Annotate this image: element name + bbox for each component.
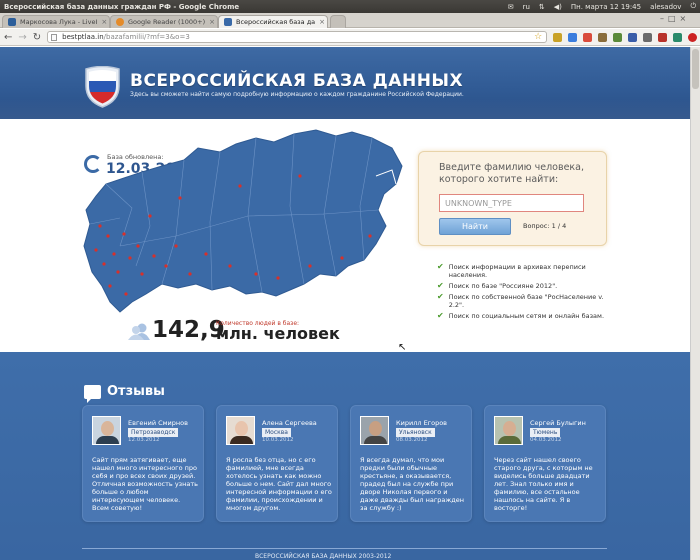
system-tray: ✉ ru ⇅ ◀) Пн. марта 12 19:45 alesadov ⏻	[508, 2, 696, 11]
user-name[interactable]: alesadov	[650, 3, 681, 11]
extension-icon[interactable]	[658, 32, 668, 42]
reviewer-city: Москва	[262, 428, 291, 437]
volume-icon[interactable]: ◀)	[554, 3, 562, 11]
window-title: Всероссийская база данных граждан РФ - G…	[4, 2, 240, 11]
reviewer-city: Тюмень	[530, 428, 561, 437]
reviews-title: Отзывы	[107, 384, 165, 399]
reviewer-avatar	[92, 416, 121, 445]
review-card: Сергей Булыгин Тюмень 04.03.2012 Через с…	[484, 405, 606, 522]
review-card: Кирилл Егоров Ульяновск 08.03.2012 Я все…	[350, 405, 472, 522]
review-date: 10.03.2012	[262, 437, 294, 443]
extension-icon[interactable]	[568, 32, 578, 42]
people-count-number: 142,9	[152, 317, 225, 343]
extension-icon[interactable]	[628, 32, 638, 42]
review-date: 04.03.2012	[530, 437, 562, 443]
tab-label: Google Reader (1000+)	[128, 18, 206, 26]
reviewer-name: Кирилл Егоров	[396, 419, 447, 427]
mail-icon[interactable]: ✉	[508, 3, 514, 11]
reviewer-city: Ульяновск	[396, 428, 435, 437]
address-bar[interactable]: bestptlaa.in/bazafamilii/?mf=3&o=3 ☆	[47, 31, 548, 43]
tab-close-icon[interactable]: ×	[319, 18, 325, 26]
keyboard-layout[interactable]: ru	[523, 3, 530, 11]
checkmark-icon: ✔	[437, 292, 444, 301]
russia-map	[83, 129, 403, 313]
window-controls[interactable]: –□×	[660, 14, 690, 23]
site-header: ВСЕРОССИЙСКАЯ БАЗА ДАННЫХ Здесь вы сможе…	[0, 47, 700, 119]
tab-active-database[interactable]: Всероссийская база да ×	[218, 15, 328, 28]
page-icon	[51, 34, 58, 41]
footer-copyright: ВСЕРОССИЙСКАЯ БАЗА ДАННЫХ 2003-2012	[255, 553, 392, 560]
google-reader-favicon-icon	[116, 18, 124, 26]
back-arrow-icon[interactable]: ←	[4, 32, 12, 43]
search-panel: Введите фамилию человека, которого хотит…	[418, 151, 607, 246]
tab-label: Всероссийская база да	[236, 18, 316, 26]
checkmark-icon: ✔	[437, 311, 444, 320]
feature-item: ✔ Поиск по собственной базе "РосНаселение…	[437, 292, 604, 310]
extension-icon[interactable]	[598, 32, 608, 42]
opera-icon[interactable]	[688, 32, 698, 42]
reviewer-name: Евгений Смирнов	[128, 419, 188, 427]
reviewer-avatar	[360, 416, 389, 445]
reviewer-avatar	[494, 416, 523, 445]
review-text: Я всегда думал, что мои предки были обыч…	[360, 456, 464, 512]
extension-icon[interactable]	[673, 32, 683, 42]
extension-icon[interactable]	[643, 32, 653, 42]
question-counter: Вопрос: 1 / 4	[523, 222, 567, 230]
reviewer-name: Сергей Булыгин	[530, 419, 586, 427]
search-button[interactable]: Найти	[439, 218, 511, 235]
search-prompt: Введите фамилию человека, которого хотит…	[439, 162, 585, 185]
feature-item: ✔ Поиск по социальным сетям и онлайн база…	[437, 311, 605, 321]
forward-arrow-icon[interactable]: →	[18, 32, 26, 43]
tab-label: Маркосова Лука - LiveI	[20, 18, 98, 26]
reviewer-name: Алена Сергеева	[262, 419, 317, 427]
gmail-extension-icon[interactable]	[583, 32, 593, 42]
review-card: Евгений Смирнов Петрозаводск 12.03.2012 …	[82, 405, 204, 522]
reviewer-avatar	[226, 416, 255, 445]
site-favicon-icon	[224, 18, 232, 26]
scrollbar-thumb[interactable]	[692, 49, 699, 89]
review-date: 08.03.2012	[396, 437, 428, 443]
network-icon[interactable]: ⇅	[539, 3, 545, 11]
bookmark-star-icon[interactable]: ☆	[534, 32, 542, 42]
review-card: Алена Сергеева Москва 10.03.2012 Я росла…	[216, 405, 338, 522]
tab-google-reader[interactable]: Google Reader (1000+) ×	[110, 15, 218, 28]
review-text: Через сайт нашел своего старого друга, с…	[494, 456, 593, 512]
people-count-unit: млн. человек	[216, 324, 340, 343]
checkmark-icon: ✔	[437, 262, 444, 271]
footer-divider	[82, 548, 607, 549]
russian-flag-shield-icon	[85, 66, 120, 108]
mouse-cursor-icon: ↖	[398, 342, 407, 353]
page-scrollbar[interactable]	[690, 47, 700, 560]
reload-icon[interactable]: ↻	[33, 32, 41, 43]
features-list: ✔ Поиск информации в архивах переписи нас…	[437, 263, 607, 323]
livejournal-favicon-icon	[8, 18, 16, 26]
extension-icon[interactable]	[553, 32, 563, 42]
speech-bubble-icon	[84, 385, 101, 403]
review-date: 12.03.2012	[128, 437, 160, 443]
browser-tab-strip: Маркосова Лука - LiveI × Google Reader (…	[0, 13, 700, 28]
url-host: bestptlaa.in	[62, 33, 104, 41]
site-subtitle: Здесь вы сможете найти самую подробную и…	[130, 91, 464, 98]
feature-item: ✔ Поиск информации в архивах переписи нас…	[437, 262, 586, 280]
power-icon[interactable]: ⏻	[690, 2, 696, 11]
clock[interactable]: Пн. марта 12 19:45	[571, 3, 641, 11]
surname-search-input[interactable]	[439, 194, 584, 212]
url-path: /bazafamilii/?mf=3&o=3	[103, 33, 190, 41]
review-text: Сайт прям затягивает, еще нашел много ин…	[92, 456, 198, 512]
site-title: ВСЕРОССИЙСКАЯ БАЗА ДАННЫХ	[130, 71, 464, 91]
extension-icon[interactable]	[613, 32, 623, 42]
system-top-bar: Всероссийская база данных граждан РФ - G…	[0, 0, 700, 13]
review-text: Я росла без отца, но с его фамилией, мне…	[226, 456, 332, 512]
new-tab-button[interactable]	[330, 15, 346, 28]
tab-close-icon[interactable]: ×	[209, 18, 215, 26]
checkmark-icon: ✔	[437, 281, 444, 290]
tab-close-icon[interactable]: ×	[101, 18, 107, 26]
tab-livejournal[interactable]: Маркосова Лука - LiveI ×	[2, 15, 110, 28]
people-icon	[128, 323, 150, 340]
feature-item: ✔ Поиск по базе "Россияне 2012".	[437, 281, 558, 291]
browser-toolbar: ← → ↻ bestptlaa.in/bazafamilii/?mf=3&o=3…	[0, 29, 700, 46]
reviewer-city: Петрозаводск	[128, 428, 179, 437]
